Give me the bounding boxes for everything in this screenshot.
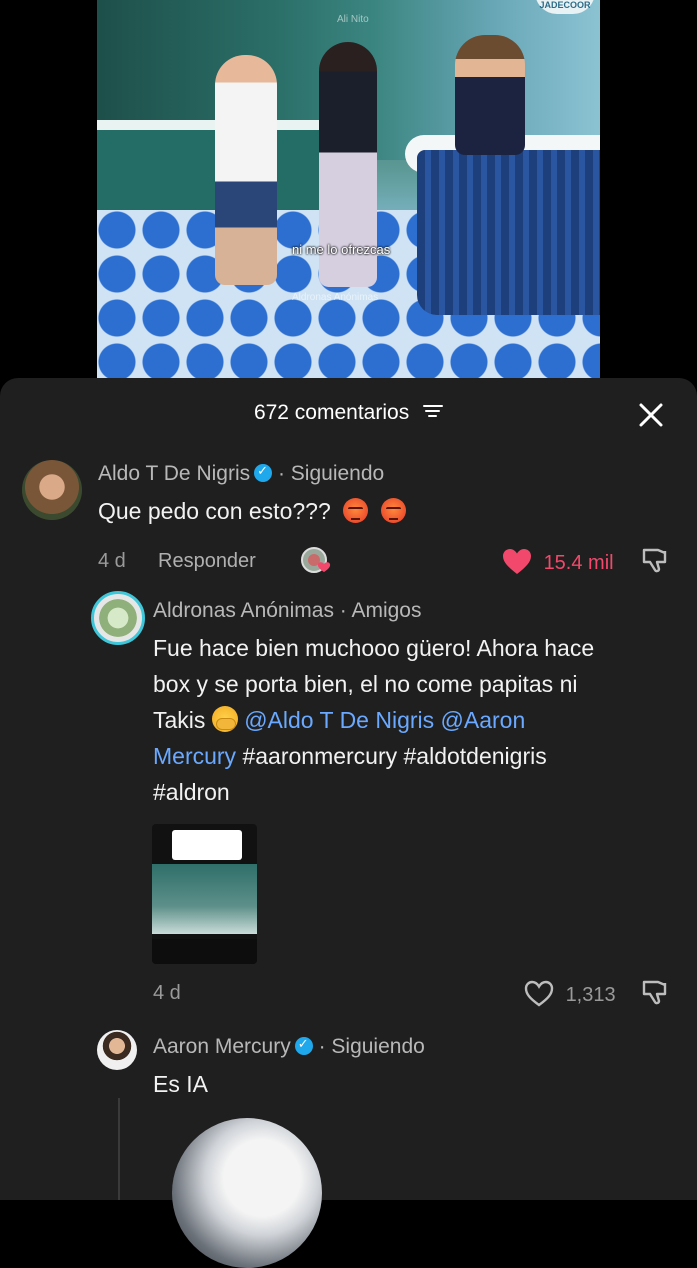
- comment-author[interactable]: Aaron Mercury · Siguiendo: [153, 1035, 425, 1059]
- heart-outline-icon: [524, 980, 554, 1007]
- video-island: [417, 150, 600, 315]
- comment-count-label: 672 comentarios: [253, 401, 410, 424]
- comment-age: 4 d: [153, 982, 181, 1004]
- comment-text: Que pedo con esto???: [98, 493, 406, 529]
- mention-link[interactable]: @Aaron: [441, 707, 526, 733]
- comments-header: 672 comentarios: [0, 378, 697, 448]
- relation-label: · Amigos: [339, 599, 422, 622]
- verified-badge-icon: [294, 1036, 313, 1055]
- angry-emoji-icon: [343, 498, 369, 523]
- hashtags[interactable]: #aaronmercury #aldotdenigris: [242, 743, 546, 769]
- like-button[interactable]: 15.4 mil: [502, 548, 614, 575]
- reply-button[interactable]: Responder: [158, 550, 256, 573]
- video-watermark: Aldronas Anónimas: [292, 292, 379, 303]
- like-count: 15.4 mil: [543, 552, 614, 574]
- reply-image-robot[interactable]: [172, 1118, 322, 1268]
- comment-age: 4 d: [98, 550, 126, 572]
- comment-text: Es IA: [153, 1071, 208, 1097]
- close-icon[interactable]: [636, 400, 666, 430]
- heart-filled-icon: [503, 549, 531, 574]
- like-button[interactable]: 1,313: [524, 980, 616, 1007]
- dislike-icon[interactable]: [640, 546, 670, 576]
- comment-count[interactable]: 672 comentarios: [0, 401, 697, 425]
- mention-link[interactable]: @Aldo T De Nigris: [244, 707, 434, 733]
- thread-line: [118, 1098, 120, 1200]
- dislike-icon[interactable]: [640, 978, 670, 1008]
- comment-text: Fue hace bien muchooo güero! Ahora hace …: [153, 630, 693, 810]
- verified-badge-icon: [254, 463, 273, 482]
- hashtag[interactable]: #aldron: [153, 774, 693, 810]
- comment-author[interactable]: Aldronas Anónimas · Amigos: [153, 599, 422, 623]
- like-count: 1,313: [565, 984, 616, 1006]
- sort-filter-icon[interactable]: [423, 403, 444, 419]
- creator-liked-avatar-icon: [301, 547, 331, 573]
- avatar-aldo[interactable]: [22, 460, 82, 520]
- mention-link[interactable]: Mercury: [153, 743, 236, 769]
- relation-label: · Siguiendo: [277, 462, 385, 485]
- avatar-aldronas[interactable]: [91, 591, 145, 645]
- video-person-1: [215, 55, 277, 285]
- video-caption: ni me lo ofrezcas: [292, 242, 391, 257]
- reply-video-thumbnail[interactable]: [152, 824, 257, 964]
- comment-author[interactable]: Aldo T De Nigris · Siguiendo: [98, 462, 384, 486]
- video-corner-watermark: Ali Nito: [337, 14, 369, 25]
- relation-label: · Siguiendo: [318, 1035, 425, 1058]
- video-frame[interactable]: JADECOOR Ali Nito ni me lo ofrezcas Aldr…: [97, 0, 600, 378]
- comments-sheet: 672 comentarios Aldo T De Nigris · Sigui…: [0, 378, 697, 1268]
- angry-emoji-icon: [380, 498, 406, 523]
- peeking-emoji-icon: [211, 706, 238, 732]
- avatar-aaron[interactable]: [97, 1030, 137, 1070]
- video-person-3: [455, 35, 525, 155]
